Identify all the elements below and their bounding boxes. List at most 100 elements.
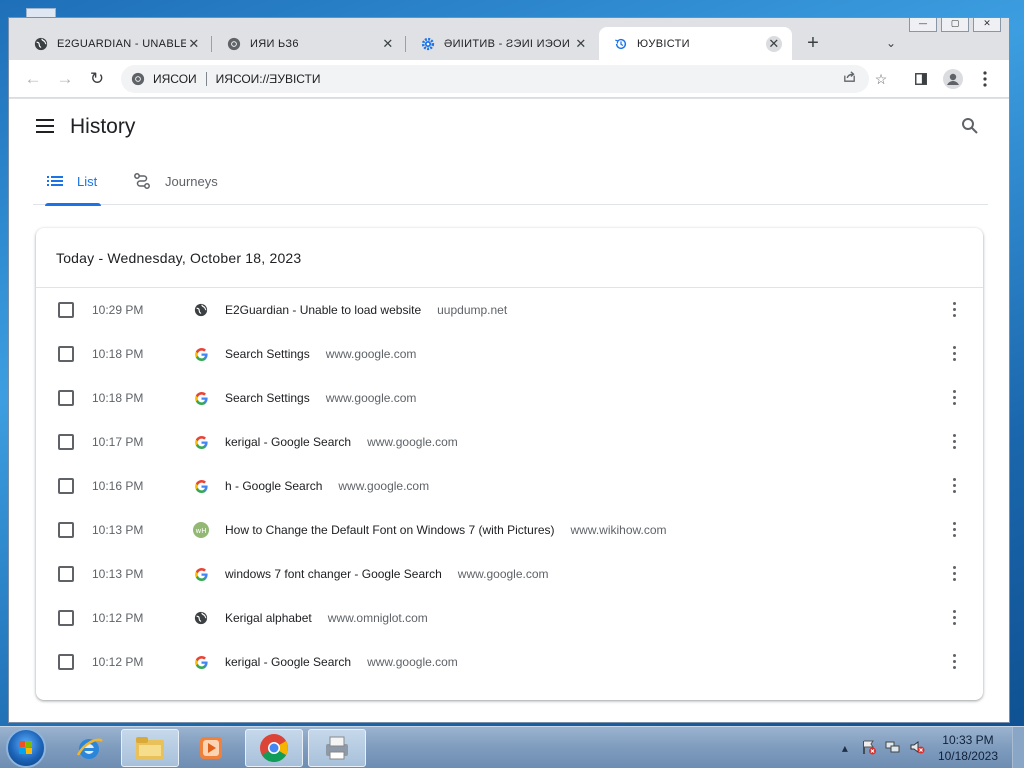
show-hidden-icons-icon[interactable]: ▴ <box>836 739 854 757</box>
more-actions-icon[interactable] <box>953 610 957 626</box>
new-tab-button[interactable]: + <box>801 31 825 55</box>
search-icon[interactable] <box>961 117 981 137</box>
history-row[interactable]: 10:29 PM E2Guardian - Unable to load webs… <box>36 288 983 332</box>
more-actions-icon[interactable] <box>953 478 957 494</box>
media-player-icon[interactable] <box>182 729 240 767</box>
tab-search-chevron-icon[interactable]: ⌄ <box>880 32 902 54</box>
action-center-flag-icon[interactable] <box>860 739 878 757</box>
show-desktop-button[interactable] <box>1012 727 1024 768</box>
browser-tab[interactable]: ИЯИ ЬЗ6 ✕ <box>212 27 406 60</box>
row-checkbox[interactable] <box>58 478 74 494</box>
close-tab-icon[interactable]: ✕ <box>766 35 782 52</box>
close-tab-icon[interactable]: ✕ <box>380 36 396 52</box>
entry-domain: www.google.com <box>367 435 458 449</box>
row-checkbox[interactable] <box>58 610 74 626</box>
history-row[interactable]: 10:17 PM kerigal - Google Search www.googl… <box>36 420 983 464</box>
history-row[interactable]: 10:12 PM Kerigal alphabet www.omniglot.com <box>36 596 983 640</box>
google-favicon-icon <box>193 654 209 670</box>
close-tab-icon[interactable]: ✕ <box>573 36 589 52</box>
entry-title-link[interactable]: Search Settings <box>225 391 310 405</box>
close-tab-icon[interactable]: ✕ <box>186 36 202 52</box>
wikihow-favicon-icon: wH <box>193 522 209 538</box>
address-bar[interactable]: ИЯСОИ ИЯСОИ://ƎУВІСТИ <box>121 65 869 93</box>
row-checkbox[interactable] <box>58 654 74 670</box>
history-list: 10:29 PM E2Guardian - Unable to load webs… <box>36 288 983 684</box>
browser-tab-active[interactable]: ЮУВІСТИ ✕ <box>599 27 792 60</box>
more-actions-icon[interactable] <box>953 434 957 450</box>
row-checkbox[interactable] <box>58 434 74 450</box>
more-actions-icon[interactable] <box>953 302 957 318</box>
taskbar-clock[interactable]: 10:33 PM 10/18/2023 <box>938 732 998 764</box>
hamburger-menu-icon[interactable] <box>36 119 54 133</box>
share-icon[interactable] <box>839 69 859 89</box>
globe-favicon-icon <box>193 302 209 318</box>
entry-title-link[interactable]: kerigal - Google Search <box>225 435 351 449</box>
entry-title-link[interactable]: Kerigal alphabet <box>225 611 312 625</box>
visit-time: 10:12 PM <box>92 655 144 669</box>
visit-time: 10:18 PM <box>92 391 144 405</box>
entry-domain: uupdump.net <box>437 303 508 317</box>
maximize-button[interactable]: ▢ <box>941 18 969 32</box>
back-arrow-icon[interactable]: ← <box>21 67 45 91</box>
entry-title-link[interactable]: kerigal - Google Search <box>225 655 351 669</box>
globe-favicon-icon <box>193 610 209 626</box>
history-row[interactable]: 10:12 PM kerigal - Google Search www.googl… <box>36 640 983 684</box>
row-checkbox[interactable] <box>58 346 74 362</box>
history-row[interactable]: 10:13 PM windows 7 font changer - Google … <box>36 552 983 596</box>
chrome-icon <box>131 71 147 87</box>
volume-muted-icon[interactable] <box>908 739 926 757</box>
tab-list[interactable]: List <box>45 157 101 206</box>
reload-icon[interactable]: ↻ <box>85 67 109 91</box>
tab-journeys[interactable]: Journeys <box>133 157 218 205</box>
forward-arrow-icon[interactable]: → <box>53 67 77 91</box>
row-checkbox[interactable] <box>58 302 74 318</box>
row-checkbox[interactable] <box>58 566 74 582</box>
more-actions-icon[interactable] <box>953 346 957 362</box>
entry-title-link[interactable]: Search Settings <box>225 347 310 361</box>
entry-title-link[interactable]: How to Change the Default Font on Window… <box>225 523 554 537</box>
entry-title-link[interactable]: h - Google Search <box>225 479 322 493</box>
history-row[interactable]: 10:18 PM Search Settings www.google.com <box>36 376 983 420</box>
clock-time: 10:33 PM <box>942 733 994 747</box>
date-header: Today - Wednesday, October 18, 2023 <box>36 228 983 288</box>
entry-domain: www.google.com <box>325 391 417 405</box>
history-row[interactable]: 10:16 PM h - Google Search www.google.com <box>36 464 983 508</box>
chrome-menu-icon[interactable] <box>973 67 997 91</box>
history-row[interactable]: 10:13 PM wH How to Change the Default Font… <box>36 508 983 552</box>
profile-avatar[interactable] <box>941 67 965 91</box>
network-icon[interactable] <box>884 739 902 757</box>
bookmark-star-icon[interactable]: ☆ <box>871 69 891 89</box>
list-icon <box>47 175 63 187</box>
more-actions-icon[interactable] <box>953 522 957 538</box>
clock-date: 10/18/2023 <box>937 749 998 763</box>
browser-tab[interactable]: E2GUARDIAN - UNABLE T ✕ <box>19 27 212 60</box>
close-window-button[interactable]: ✕ <box>973 18 1001 32</box>
row-checkbox[interactable] <box>58 522 74 538</box>
more-actions-icon[interactable] <box>953 654 957 670</box>
address-url: ИЯСОИ://ƎУВІСТИ <box>215 72 321 86</box>
browser-tab[interactable]: ƏИІИТИВ - ƧЭИІ ИЭОИ ✕ <box>406 27 599 60</box>
browser-toolbar: ← → ↻ ИЯСОИ ИЯСОИ://ƎУВІСТИ ☆ <box>9 60 1009 98</box>
entry-domain: www.google.com <box>457 567 549 581</box>
minimize-button[interactable]: — <box>909 18 937 32</box>
visit-time: 10:16 PM <box>92 479 144 493</box>
history-row[interactable]: 10:18 PM Search Settings www.google.com <box>36 332 983 376</box>
page-header: History <box>9 99 1009 157</box>
globe-icon <box>33 36 49 52</box>
site-chip: ИЯСОИ <box>153 72 197 86</box>
visit-time: 10:13 PM <box>92 523 144 537</box>
more-actions-icon[interactable] <box>953 566 957 582</box>
entry-title-link[interactable]: E2Guardian - Unable to load website <box>225 303 421 317</box>
internet-explorer-icon[interactable] <box>60 729 118 767</box>
file-explorer-icon[interactable] <box>121 729 179 767</box>
start-button[interactable] <box>6 728 46 768</box>
system-tray: ▴ 10:33 PM 10/18/2023 <box>836 727 1024 768</box>
svg-text:wH: wH <box>196 527 207 535</box>
entry-domain: www.google.com <box>367 655 458 669</box>
entry-title-link[interactable]: windows 7 font changer - Google Search <box>225 567 442 581</box>
row-checkbox[interactable] <box>58 390 74 406</box>
printer-icon[interactable] <box>308 729 366 767</box>
more-actions-icon[interactable] <box>953 390 957 406</box>
chrome-taskbar-icon[interactable] <box>245 729 303 767</box>
side-panel-icon[interactable] <box>909 67 933 91</box>
